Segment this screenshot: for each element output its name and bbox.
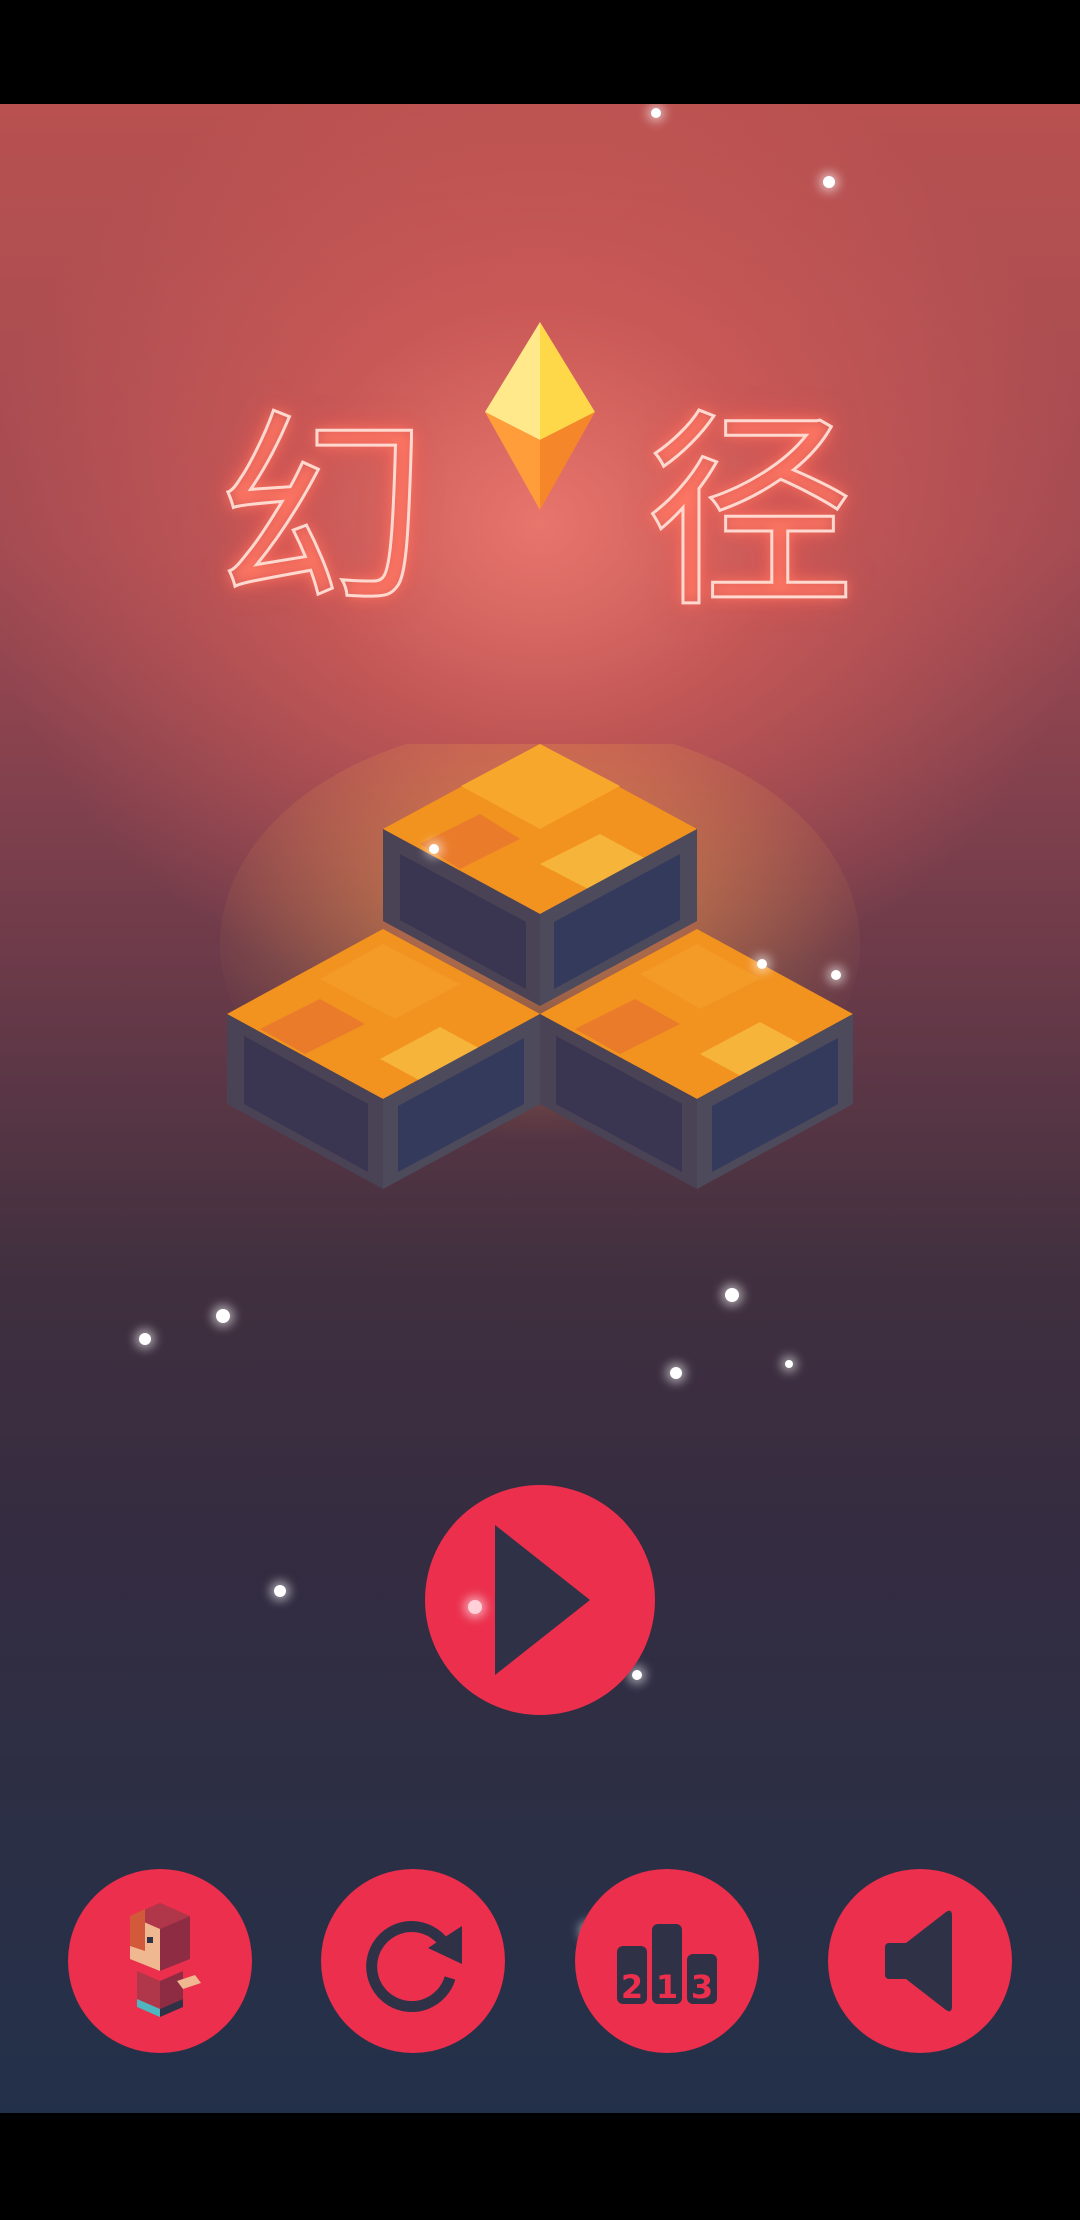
- svg-text:2: 2: [621, 1968, 643, 2006]
- isometric-blocks: [220, 744, 860, 1189]
- navigation-bar: [0, 2113, 1080, 2220]
- particle: [651, 108, 661, 118]
- sound-button[interactable]: [828, 1869, 1012, 2053]
- restart-icon: [366, 1921, 462, 2013]
- particle: [785, 1360, 793, 1368]
- character-icon: [130, 1903, 201, 2017]
- particle: [757, 959, 767, 969]
- particle: [823, 176, 835, 188]
- particle: [429, 844, 439, 854]
- title-char-2: 径: [643, 391, 856, 636]
- particle: [632, 1670, 642, 1680]
- title-char-1: 幻: [215, 391, 428, 636]
- gem-icon: [485, 322, 595, 510]
- particle: [274, 1585, 286, 1597]
- restart-button[interactable]: [321, 1869, 505, 2053]
- character-button[interactable]: [68, 1869, 252, 2053]
- particle: [725, 1288, 739, 1302]
- play-icon: [495, 1525, 590, 1675]
- particle: [831, 970, 841, 980]
- particle: [139, 1333, 151, 1345]
- game-menu-screen: 幻 径 2 1 3: [0, 104, 1080, 2113]
- svg-text:1: 1: [656, 1968, 678, 2006]
- status-bar: [0, 0, 1080, 104]
- particle: [468, 1600, 482, 1614]
- speaker-icon: [885, 1910, 952, 2012]
- svg-text:3: 3: [691, 1968, 713, 2006]
- particle: [670, 1367, 682, 1379]
- ranking-button[interactable]: 2 1 3: [575, 1869, 759, 2053]
- play-button[interactable]: [425, 1485, 655, 1715]
- particle: [216, 1309, 230, 1323]
- leaderboard-icon: 2 1 3: [617, 1924, 717, 2006]
